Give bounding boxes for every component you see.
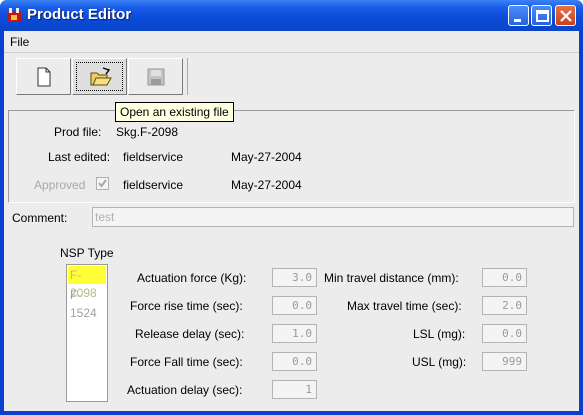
force-fall-field[interactable]: 0.0 bbox=[272, 352, 317, 371]
nsp-item[interactable]: F-1524 bbox=[68, 286, 106, 320]
usl-label: USL (mg): bbox=[412, 355, 467, 369]
save-button[interactable] bbox=[128, 58, 183, 95]
file-info-panel: Prod file: Skg.F-2098 Last edited: field… bbox=[8, 110, 575, 203]
minimize-button[interactable] bbox=[508, 5, 529, 26]
force-rise-field[interactable]: 0.0 bbox=[272, 296, 317, 315]
approved-checkbox[interactable] bbox=[96, 177, 109, 190]
open-folder-icon bbox=[90, 67, 112, 86]
lsl-field[interactable]: 0.0 bbox=[482, 324, 527, 343]
last-edited-user: fieldservice bbox=[123, 150, 184, 164]
approved-label: Approved bbox=[34, 178, 86, 192]
new-file-icon bbox=[37, 67, 51, 87]
last-edited-date: May-27-2004 bbox=[231, 150, 302, 164]
maximize-button[interactable] bbox=[531, 5, 552, 26]
usl-field[interactable]: 999 bbox=[482, 352, 527, 371]
actuation-delay-label: Actuation delay (sec): bbox=[127, 383, 243, 397]
lsl-label: LSL (mg): bbox=[413, 327, 466, 341]
force-rise-label: Force rise time (sec): bbox=[130, 299, 243, 313]
force-fall-label: Force Fall time (sec): bbox=[130, 355, 243, 369]
title-bar[interactable]: Product Editor bbox=[0, 0, 583, 31]
client-area: File Prod file: Skg.F-2098 Last edited: … bbox=[4, 31, 579, 411]
release-delay-label: Release delay (sec): bbox=[135, 327, 245, 341]
release-delay-field[interactable]: 1.0 bbox=[272, 324, 317, 343]
max-travel-label: Max travel time (sec): bbox=[347, 299, 462, 313]
save-disk-icon bbox=[147, 68, 165, 86]
min-travel-label: Min travel distance (mm): bbox=[324, 271, 459, 285]
prod-file-label: Prod file: bbox=[54, 125, 102, 139]
min-travel-field[interactable]: 0.0 bbox=[482, 268, 527, 287]
toolbar-separator bbox=[187, 58, 188, 95]
open-file-button[interactable] bbox=[72, 58, 127, 95]
approved-date: May-27-2004 bbox=[231, 178, 302, 192]
menu-file[interactable]: File bbox=[10, 35, 29, 49]
app-icon bbox=[6, 7, 22, 23]
last-edited-label: Last edited: bbox=[48, 150, 111, 164]
prod-file-value: Skg.F-2098 bbox=[116, 125, 179, 139]
actuation-delay-field[interactable]: 1 bbox=[272, 380, 317, 399]
window-title: Product Editor bbox=[27, 6, 132, 23]
actuation-force-label: Actuation force (Kg): bbox=[137, 271, 247, 285]
toolbar bbox=[8, 58, 575, 97]
comment-field[interactable]: test bbox=[92, 207, 574, 227]
nsp-item-selected[interactable]: F-2098 bbox=[68, 266, 106, 300]
new-file-button[interactable] bbox=[16, 58, 71, 95]
actuation-force-field[interactable]: 3.0 bbox=[272, 268, 317, 287]
menu-bar: File bbox=[4, 31, 579, 53]
approved-user: fieldservice bbox=[123, 178, 184, 192]
nsp-type-label: NSP Type bbox=[60, 246, 114, 260]
max-travel-field[interactable]: 2.0 bbox=[482, 296, 527, 315]
product-editor-window: Product Editor File Prod file: Skg.F-209… bbox=[0, 0, 583, 415]
close-button[interactable] bbox=[555, 5, 576, 26]
checkmark-icon bbox=[98, 179, 107, 188]
nsp-type-list[interactable]: F-2098 F-1524 bbox=[66, 264, 108, 402]
comment-label: Comment: bbox=[12, 211, 68, 225]
window-frame-bottom bbox=[0, 411, 583, 415]
open-file-tooltip: Open an existing file bbox=[115, 102, 234, 122]
